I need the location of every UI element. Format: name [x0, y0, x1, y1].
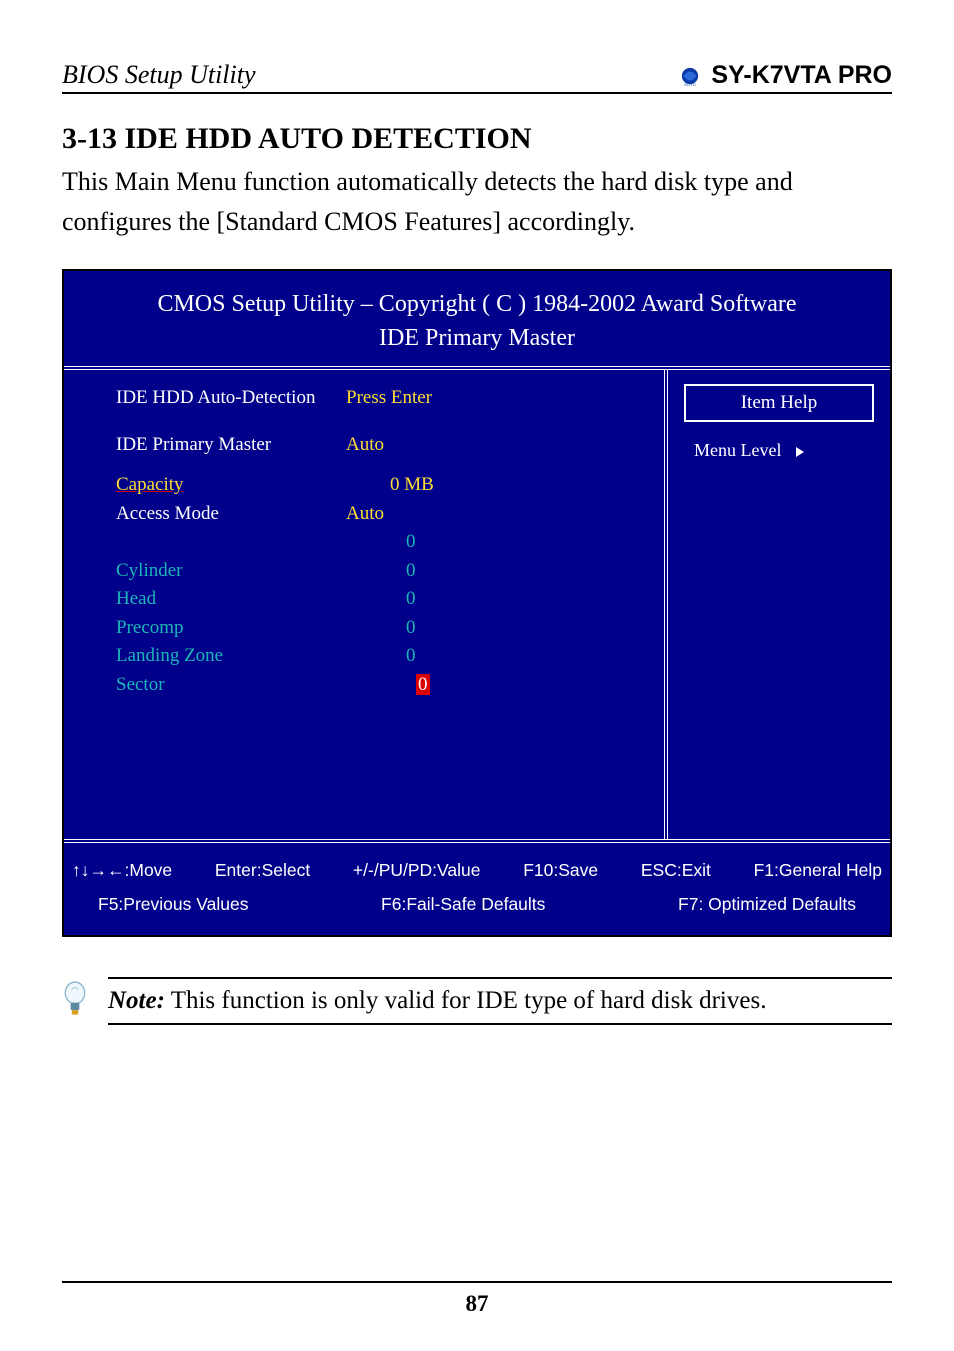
row-primary-master[interactable]: IDE Primary Master Auto: [116, 431, 654, 460]
label-auto-detect: IDE HDD Auto-Detection: [116, 384, 346, 413]
header-left-title: BIOS Setup Utility: [62, 60, 256, 90]
label-head: Head: [116, 585, 346, 614]
label-access-mode: Access Mode: [116, 500, 346, 529]
value-sector: 0: [346, 671, 496, 700]
row-cylinder: Cylinder 0: [116, 557, 654, 586]
value-access-mode: Auto: [346, 500, 496, 529]
hint-enter: Enter:Select: [215, 853, 310, 887]
note-text: Note: This function is only valid for ID…: [108, 977, 892, 1025]
hint-esc: ESC:Exit: [641, 853, 711, 887]
label-cylinder: Cylinder: [116, 557, 346, 586]
item-help-label: Item Help: [741, 392, 818, 413]
note-row: Note: This function is only valid for ID…: [62, 977, 892, 1025]
menu-level-label: Menu Level: [694, 440, 781, 460]
bios-settings-panel: IDE HDD Auto-Detection Press Enter IDE P…: [64, 370, 664, 839]
lightbulb-icon: [62, 981, 88, 1020]
hint-f7: F7: Optimized Defaults: [678, 887, 856, 921]
bios-footer: ↑↓→←:Move Enter:Select +/-/PU/PD:Value F…: [64, 843, 890, 935]
soyo-logo-icon: SOYO: [677, 65, 703, 87]
bios-screen: CMOS Setup Utility – Copyright ( C ) 198…: [62, 269, 892, 938]
value-precomp: 0: [346, 614, 496, 643]
page-header: BIOS Setup Utility SOYO SY-K7VTA PRO: [62, 60, 892, 94]
value-cylinder: 0: [346, 557, 496, 586]
label-primary-master: IDE Primary Master: [116, 431, 346, 460]
label-capacity: Capacity: [116, 471, 346, 500]
row-landing: Landing Zone 0: [116, 642, 654, 671]
hint-f6: F6:Fail-Safe Defaults: [381, 887, 545, 921]
hint-f5: F5:Previous Values: [98, 887, 248, 921]
value-capacity: 0 MB: [346, 471, 496, 500]
hint-f1: F1:General Help: [754, 853, 882, 887]
bios-title: CMOS Setup Utility – Copyright ( C ) 198…: [64, 271, 890, 367]
value-access-sub: 0: [346, 528, 496, 557]
section-body-text: This Main Menu function automatically de…: [62, 162, 892, 243]
hint-pupd: +/-/PU/PD:Value: [353, 853, 481, 887]
row-head: Head 0: [116, 585, 654, 614]
row-capacity: Capacity 0 MB: [116, 471, 654, 500]
value-primary-master: Auto: [346, 431, 496, 460]
triangle-right-icon: [796, 447, 804, 457]
label-sector: Sector: [116, 671, 346, 700]
row-access-mode[interactable]: Access Mode Auto: [116, 500, 654, 529]
note-label: Note:: [108, 987, 165, 1014]
note-body: This function is only valid for IDE type…: [165, 987, 767, 1014]
value-head: 0: [346, 585, 496, 614]
section-heading: 3-13 IDE HDD AUTO DETECTION: [62, 122, 892, 156]
bios-help-panel: Item Help Menu Level: [664, 370, 890, 839]
page-number: 87: [466, 1291, 489, 1316]
hint-f10: F10:Save: [523, 853, 598, 887]
hint-move: ↑↓→←:Move: [72, 853, 172, 887]
svg-text:SOYO: SOYO: [685, 81, 697, 86]
row-auto-detection[interactable]: IDE HDD Auto-Detection Press Enter: [116, 384, 654, 413]
page-footer: 87: [62, 1281, 892, 1317]
label-precomp: Precomp: [116, 614, 346, 643]
row-access-sub: 0: [116, 528, 654, 557]
bios-title-line1: CMOS Setup Utility – Copyright ( C ) 198…: [157, 291, 796, 317]
item-help-box: Item Help: [684, 384, 874, 422]
value-landing: 0: [346, 642, 496, 671]
label-landing: Landing Zone: [116, 642, 346, 671]
header-right-wrap: SOYO SY-K7VTA PRO: [677, 61, 892, 90]
bios-body: IDE HDD Auto-Detection Press Enter IDE P…: [64, 366, 890, 843]
row-sector: Sector 0: [116, 671, 654, 700]
menu-level: Menu Level: [678, 440, 880, 461]
row-precomp: Precomp 0: [116, 614, 654, 643]
value-auto-detect: Press Enter: [346, 384, 496, 413]
bios-title-line2: IDE Primary Master: [379, 325, 575, 351]
header-right-model: SY-K7VTA PRO: [711, 61, 892, 90]
